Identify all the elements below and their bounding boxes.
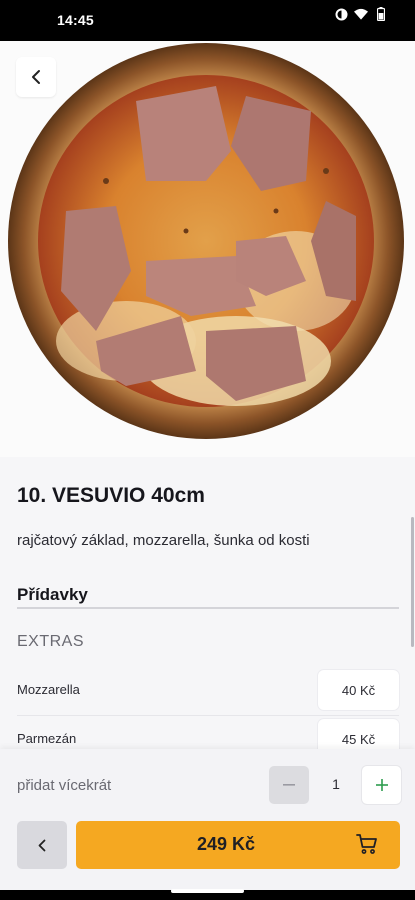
minus-icon [283, 784, 295, 786]
addons-section-title: Přídavky [17, 585, 88, 604]
add-more-label: přidat vícekrát [17, 777, 112, 794]
product-title: 10. VESUVIO 40cm [17, 484, 205, 507]
addons-group-label: EXTRAS [17, 633, 85, 650]
bottom-order-bar: přidat vícekrát 1 249 Kč [0, 749, 415, 890]
row-divider [17, 715, 399, 716]
home-indicator[interactable] [171, 889, 244, 893]
battery-icon [374, 7, 388, 21]
wifi-icon [354, 7, 368, 21]
quantity-value: 1 [332, 776, 340, 792]
product-image [0, 41, 415, 457]
chevron-left-icon [38, 839, 46, 851]
addon-name: Mozzarella [17, 682, 80, 697]
quantity-increase-button[interactable] [362, 766, 401, 804]
pizza-photo [8, 43, 404, 439]
total-price: 249 Kč [196, 834, 256, 854]
product-description: rajčatový základ, mozzarella, šunka od k… [17, 532, 310, 549]
data-saver-icon [334, 7, 348, 21]
status-icons [334, 7, 388, 21]
cart-icon [356, 834, 377, 854]
status-time: 14:45 [57, 12, 94, 28]
chevron-left-icon [32, 70, 40, 84]
product-detail-screen: 10. VESUVIO 40cm rajčatový základ, mozza… [0, 41, 415, 890]
back-button[interactable] [17, 821, 67, 869]
addon-name: Parmezán [17, 731, 77, 746]
status-bar: 14:45 [0, 0, 415, 41]
addon-row-mozzarella[interactable]: Mozzarella 40 Kč [17, 670, 399, 710]
add-to-cart-button[interactable]: 249 Kč [76, 821, 400, 869]
back-button-top[interactable] [16, 57, 56, 97]
plus-icon [375, 779, 388, 791]
addon-price-button[interactable]: 40 Kč [318, 670, 399, 710]
section-divider [17, 607, 399, 609]
quantity-decrease-button[interactable] [269, 766, 309, 804]
scrollbar-thumb[interactable] [411, 517, 414, 647]
